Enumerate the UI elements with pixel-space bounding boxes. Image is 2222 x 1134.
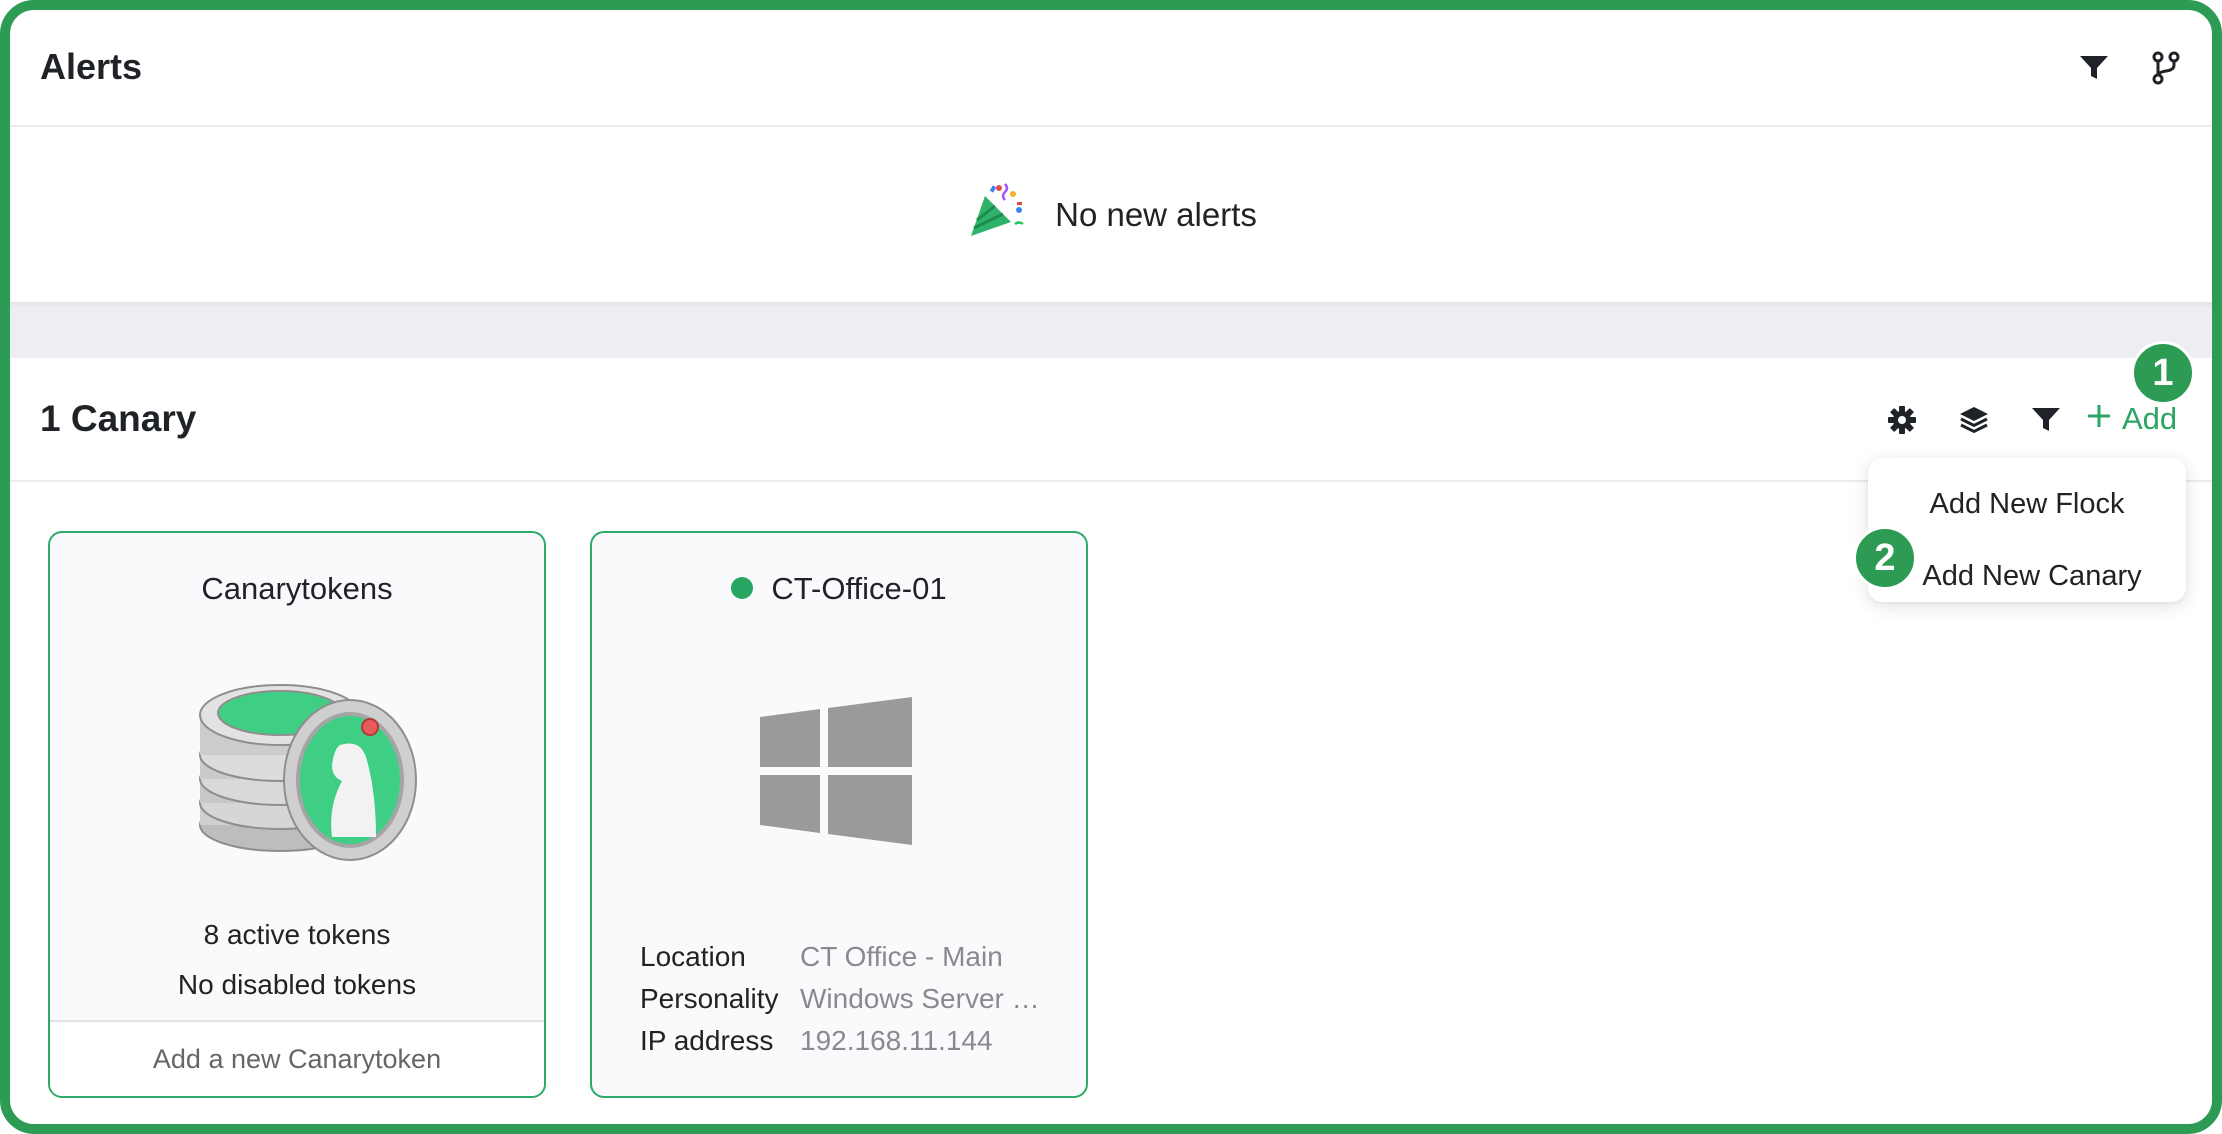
ip-address-label: IP address <box>640 1025 774 1056</box>
device-card[interactable]: CT-Office-01 Location CT Office - Main P… <box>590 531 1088 1098</box>
filter-icon[interactable] <box>2072 46 2116 90</box>
gear-icon[interactable] <box>1880 398 1924 442</box>
filter-icon[interactable] <box>2024 398 2068 442</box>
add-button-label: Add <box>2122 401 2178 436</box>
alerts-empty-state: No new alerts <box>10 127 2212 302</box>
branch-icon[interactable] <box>2144 46 2188 90</box>
party-popper-icon <box>965 180 1027 250</box>
active-tokens-count: 8 active tokens <box>203 919 391 950</box>
device-card-title: CT-Office-01 <box>592 571 1086 607</box>
device-info: Location CT Office - Main Personality Wi… <box>640 941 1050 1057</box>
alerts-title: Alerts <box>40 46 143 87</box>
device-name: CT-Office-01 <box>771 571 947 606</box>
location-value: CT Office - Main <box>800 941 1003 972</box>
layers-icon[interactable] <box>1952 398 1996 442</box>
personality-label: Personality <box>640 983 779 1014</box>
ip-address-value: 192.168.11.144 <box>800 1025 993 1056</box>
windows-logo-icon <box>758 695 914 852</box>
disabled-tokens-status: No disabled tokens <box>177 969 417 1000</box>
canarytokens-card-title: Canarytokens <box>201 571 393 606</box>
canaries-title: 1 Canary <box>40 398 197 439</box>
add-canarytoken-link[interactable]: Add a new Canarytoken <box>50 1020 544 1096</box>
no-alerts-text: No new alerts <box>1055 195 1257 233</box>
menu-item-add-new-flock[interactable]: Add New Flock <box>1868 474 2186 534</box>
section-divider <box>10 302 2212 358</box>
plus-icon <box>2086 401 2112 437</box>
token-coins-icon <box>190 675 420 870</box>
step-badge-1: 1 <box>2131 341 2195 405</box>
add-dropdown-menu: Add New Flock Add New Canary <box>1868 458 2186 602</box>
canarytokens-card[interactable]: Canarytokens 8 active tokens No disabled… <box>48 531 546 1098</box>
location-label: Location <box>640 941 746 972</box>
app-frame: Alerts No new alerts 1 Canary Add 1 Add … <box>0 0 2222 1134</box>
alerts-header: Alerts <box>10 10 2212 127</box>
personality-value: Windows Server … <box>800 983 1040 1014</box>
step-badge-2: 2 <box>1853 526 1917 590</box>
status-online-dot <box>731 576 754 599</box>
